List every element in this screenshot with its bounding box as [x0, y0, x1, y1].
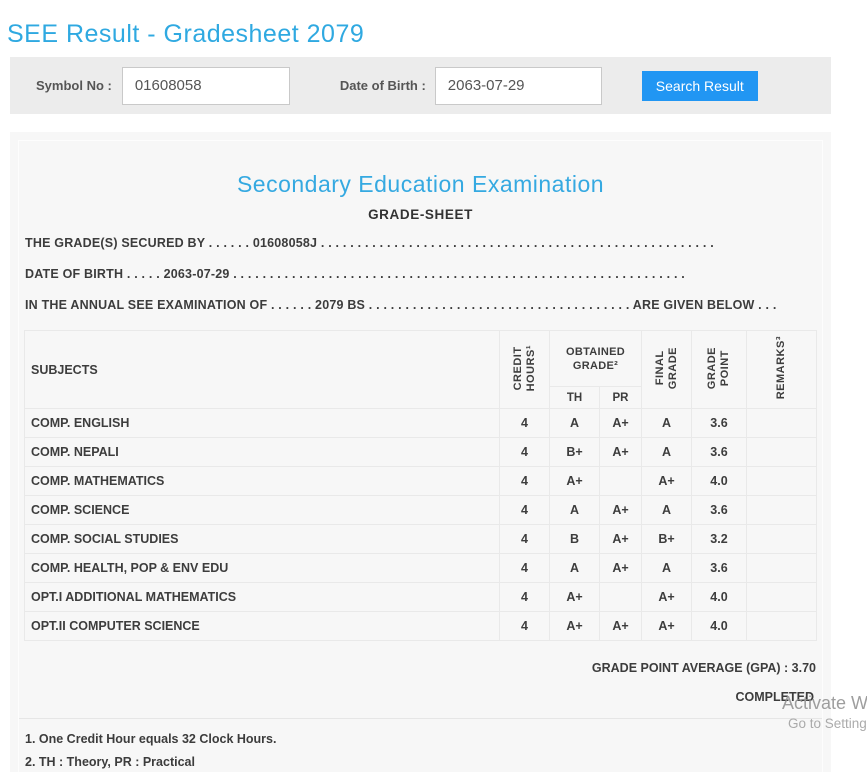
th-grade-cell: B+	[549, 437, 600, 467]
pr-grade-cell	[599, 466, 642, 496]
th-grade-cell: A	[549, 495, 600, 525]
table-row: COMP. SOCIAL STUDIES 4 B A+ B+ 3.2	[24, 524, 817, 554]
subject-cell: COMP. NEPALI	[24, 437, 500, 467]
col-header-th: TH	[549, 386, 600, 409]
remarks-cell	[746, 611, 817, 641]
pr-grade-cell: A+	[599, 524, 642, 554]
th-grade-cell: A+	[549, 582, 600, 612]
subject-cell: COMP. SCIENCE	[24, 495, 500, 525]
subject-cell: COMP. MATHEMATICS	[24, 466, 500, 496]
grade-point-cell: 3.2	[691, 524, 747, 554]
subject-cell: COMP. HEALTH, POP & ENV EDU	[24, 553, 500, 583]
table-row: COMP. ENGLISH 4 A A+ A 3.6	[24, 408, 817, 438]
subject-cell: COMP. SOCIAL STUDIES	[24, 524, 500, 554]
table-row: OPT.I ADDITIONAL MATHEMATICS 4 A+ A+ 4.0	[24, 582, 817, 612]
credit-cell: 4	[499, 437, 550, 467]
credit-cell: 4	[499, 495, 550, 525]
subject-cell: COMP. ENGLISH	[24, 408, 500, 438]
final-grade-cell: A+	[641, 582, 692, 612]
col-header-grade-point: GRADE POINT	[691, 330, 747, 409]
col-header-final-grade: FINAL GRADE	[641, 330, 692, 409]
col-header-credit-hours: CREDIT HOURS¹	[499, 330, 550, 409]
col-header-obtained-grade: OBTAINED GRADE²	[549, 330, 642, 387]
remarks-cell	[746, 466, 817, 496]
remarks-cell	[746, 495, 817, 525]
gradesheet-subtitle: GRADE-SHEET	[368, 207, 473, 222]
final-grade-cell: A+	[641, 466, 692, 496]
result-panel: Secondary Education Examination GRADE-SH…	[10, 132, 831, 772]
remarks-cell	[746, 553, 817, 583]
credit-cell: 4	[499, 408, 550, 438]
subject-cell: OPT.II COMPUTER SCIENCE	[24, 611, 500, 641]
pr-grade-cell: A+	[599, 495, 642, 525]
gpa-summary: GRADE POINT AVERAGE (GPA) : 3.70	[591, 661, 816, 675]
table-row: COMP. SCIENCE 4 A A+ A 3.6	[24, 495, 817, 525]
final-grade-cell: A	[641, 437, 692, 467]
remarks-cell	[746, 582, 817, 612]
remarks-cell	[746, 524, 817, 554]
footnote-th-pr: 2. TH : Theory, PR : Practical	[25, 755, 195, 769]
grade-point-cell: 4.0	[691, 611, 747, 641]
final-grade-cell: A	[641, 408, 692, 438]
search-bar: Symbol No : Date of Birth : Search Resul…	[10, 57, 831, 114]
secured-by-line: THE GRADE(S) SECURED BY . . . . . . 0160…	[25, 237, 714, 250]
final-grade-cell: A	[641, 553, 692, 583]
gradesheet-container: Secondary Education Examination GRADE-SH…	[18, 140, 823, 772]
date-of-birth-input[interactable]	[434, 66, 602, 105]
table-row: COMP. HEALTH, POP & ENV EDU 4 A A+ A 3.6	[24, 553, 817, 583]
table-row: OPT.II COMPUTER SCIENCE 4 A+ A+ A+ 4.0	[24, 611, 817, 641]
subject-cell: OPT.I ADDITIONAL MATHEMATICS	[24, 582, 500, 612]
page-title: SEE Result - Gradesheet 2079	[7, 20, 365, 48]
footnote-credit-hours: 1. One Credit Hour equals 32 Clock Hours…	[25, 732, 277, 746]
search-result-button[interactable]: Search Result	[641, 70, 758, 101]
grade-point-cell: 3.6	[691, 553, 747, 583]
date-of-birth-line: DATE OF BIRTH . . . . . 2063-07-29 . . .…	[25, 268, 685, 281]
pr-grade-cell: A+	[599, 611, 642, 641]
col-header-remarks: REMARKS³	[746, 330, 817, 409]
final-grade-cell: A	[641, 495, 692, 525]
credit-cell: 4	[499, 582, 550, 612]
symbol-no-input[interactable]	[121, 66, 290, 105]
remarks-cell	[746, 437, 817, 467]
pr-grade-cell	[599, 582, 642, 612]
final-grade-cell: B+	[641, 524, 692, 554]
grade-point-cell: 4.0	[691, 466, 747, 496]
remarks-cell	[746, 408, 817, 438]
pr-grade-cell: A+	[599, 553, 642, 583]
th-grade-cell: B	[549, 524, 600, 554]
gradesheet-title: Secondary Education Examination	[236, 171, 605, 197]
pr-grade-cell: A+	[599, 437, 642, 467]
th-grade-cell: A	[549, 408, 600, 438]
examination-line: IN THE ANNUAL SEE EXAMINATION OF . . . .…	[25, 299, 777, 312]
gradesheet-info: THE GRADE(S) SECURED BY . . . . . . 0160…	[24, 237, 817, 312]
col-header-pr: PR	[599, 386, 642, 409]
table-row: COMP. NEPALI 4 B+ A+ A 3.6	[24, 437, 817, 467]
th-grade-cell: A	[549, 553, 600, 583]
credit-cell: 4	[499, 524, 550, 554]
footnotes: 1. One Credit Hour equals 32 Clock Hours…	[19, 718, 822, 772]
credit-cell: 4	[499, 466, 550, 496]
grades-table: SUBJECTS CREDIT HOURS¹ OBTAINED GRADE² F…	[24, 330, 817, 641]
date-of-birth-label: Date of Birth :	[339, 78, 426, 93]
result-status: COMPLETED	[735, 690, 814, 704]
grade-point-cell: 3.6	[691, 437, 747, 467]
credit-cell: 4	[499, 553, 550, 583]
col-header-subjects: SUBJECTS	[24, 330, 500, 409]
grade-point-cell: 3.6	[691, 495, 747, 525]
th-grade-cell: A+	[549, 466, 600, 496]
grade-point-cell: 3.6	[691, 408, 747, 438]
table-row: COMP. MATHEMATICS 4 A+ A+ 4.0	[24, 466, 817, 496]
credit-cell: 4	[499, 611, 550, 641]
final-grade-cell: A+	[641, 611, 692, 641]
grade-point-cell: 4.0	[691, 582, 747, 612]
pr-grade-cell: A+	[599, 408, 642, 438]
th-grade-cell: A+	[549, 611, 600, 641]
symbol-no-label: Symbol No :	[36, 78, 112, 93]
